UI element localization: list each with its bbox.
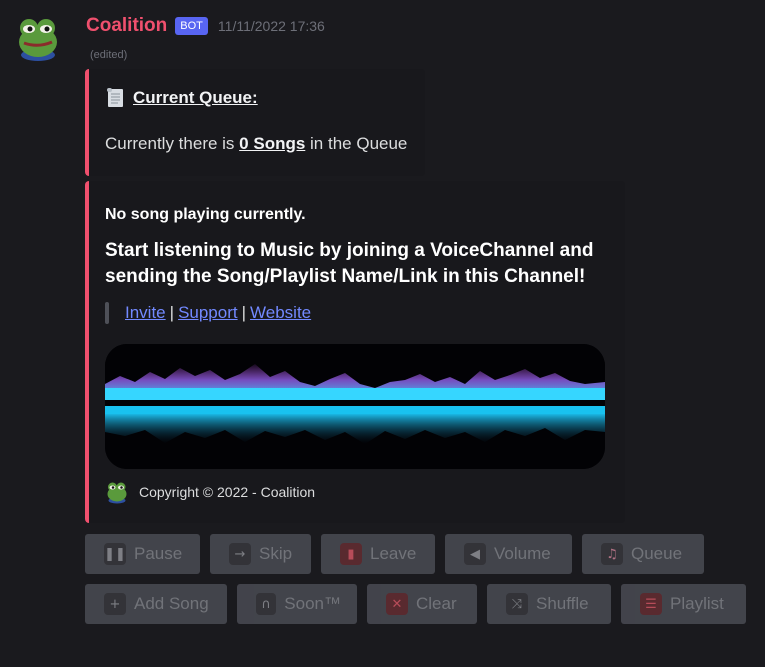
soon-button[interactable]: ∩ Soon™ bbox=[237, 584, 357, 624]
footer-text: Copyright © 2022 - Coalition bbox=[139, 484, 316, 500]
website-link[interactable]: Website bbox=[250, 303, 311, 323]
skip-button-label: Skip bbox=[259, 544, 293, 563]
support-link[interactable]: Support bbox=[178, 303, 238, 323]
queue-description: Currently there is 0 Songs in the Queue bbox=[105, 134, 407, 154]
message-header: Coalition BOT 11/11/2022 17:36 bbox=[86, 14, 325, 38]
edited-label: (edited) bbox=[90, 49, 128, 61]
player-embed-description: Start listening to Music by joining a Vo… bbox=[105, 240, 594, 287]
queue-song-count: 0 Songs bbox=[239, 134, 306, 153]
x-icon: ✕ bbox=[386, 593, 408, 615]
queue-desc-suffix: in the Queue bbox=[310, 134, 408, 153]
queue-button-label: Queue bbox=[631, 544, 683, 563]
message-timestamp: 11/11/2022 17:36 bbox=[217, 18, 325, 34]
username[interactable]: Coalition bbox=[86, 15, 167, 37]
queue-embed: Current Queue: Currently there is 0 Song… bbox=[85, 69, 425, 176]
pause-button-label: Pause bbox=[134, 544, 183, 563]
add-song-button[interactable]: + Add Song bbox=[85, 584, 227, 624]
invite-link[interactable]: Invite bbox=[125, 303, 166, 323]
clear-button-label: Clear bbox=[416, 594, 457, 613]
clear-button[interactable]: ✕ Clear bbox=[367, 584, 477, 624]
leave-button[interactable]: ▮ Leave bbox=[321, 534, 435, 574]
shuffle-button[interactable]: ⤨ Shuffle bbox=[487, 584, 611, 624]
button-row-2: + Add Song ∩ Soon™ ✕ Clear ⤨ Shuffle ☰ P… bbox=[85, 584, 746, 624]
soon-button-label: Soon™ bbox=[284, 594, 341, 613]
links-blockquote: Invite | Support | Website bbox=[105, 302, 311, 324]
scroll-icon bbox=[107, 88, 123, 107]
queue-button[interactable]: ♫ Queue bbox=[582, 534, 704, 574]
queue-embed-title: Current Queue: bbox=[105, 87, 258, 109]
playlist-button-label: Playlist bbox=[670, 594, 724, 613]
list-icon: ☰ bbox=[640, 593, 662, 615]
pause-icon: ❚❚ bbox=[104, 543, 126, 565]
leave-button-label: Leave bbox=[370, 544, 417, 563]
playlist-button[interactable]: ☰ Playlist bbox=[621, 584, 746, 624]
music-note-icon: ♫ bbox=[601, 543, 623, 565]
skip-arrow-icon: → bbox=[229, 543, 251, 565]
shuffle-button-label: Shuffle bbox=[536, 594, 589, 613]
queue-title-text: Current Queue: bbox=[133, 88, 258, 107]
volume-button-label: Volume bbox=[494, 544, 551, 563]
exit-door-icon: ▮ bbox=[340, 543, 362, 565]
bot-badge: BOT bbox=[175, 17, 208, 35]
queue-desc-prefix: Currently there is bbox=[105, 134, 235, 153]
shuffle-icon: ⤨ bbox=[506, 593, 528, 615]
speaker-icon: ◀ bbox=[464, 543, 486, 565]
player-embed: No song playing currently. Start listeni… bbox=[85, 181, 625, 523]
footer-avatar-icon bbox=[107, 482, 127, 504]
player-embed-title: No song playing currently. bbox=[105, 206, 306, 223]
headphones-icon: ∩ bbox=[256, 593, 277, 615]
volume-button[interactable]: ◀ Volume bbox=[445, 534, 572, 574]
blockquote-bar bbox=[105, 302, 109, 324]
skip-button[interactable]: → Skip bbox=[210, 534, 311, 574]
pause-button[interactable]: ❚❚ Pause bbox=[85, 534, 200, 574]
plus-icon: + bbox=[104, 593, 126, 615]
add-song-button-label: Add Song bbox=[134, 594, 209, 613]
link-separator: | bbox=[241, 303, 247, 322]
bot-avatar[interactable] bbox=[14, 14, 62, 62]
waveform-image bbox=[105, 344, 605, 469]
link-separator: | bbox=[169, 303, 175, 322]
button-row-1: ❚❚ Pause → Skip ▮ Leave ◀ Volume ♫ Queue bbox=[85, 534, 704, 574]
embed-footer: Copyright © 2022 - Coalition bbox=[105, 480, 315, 504]
